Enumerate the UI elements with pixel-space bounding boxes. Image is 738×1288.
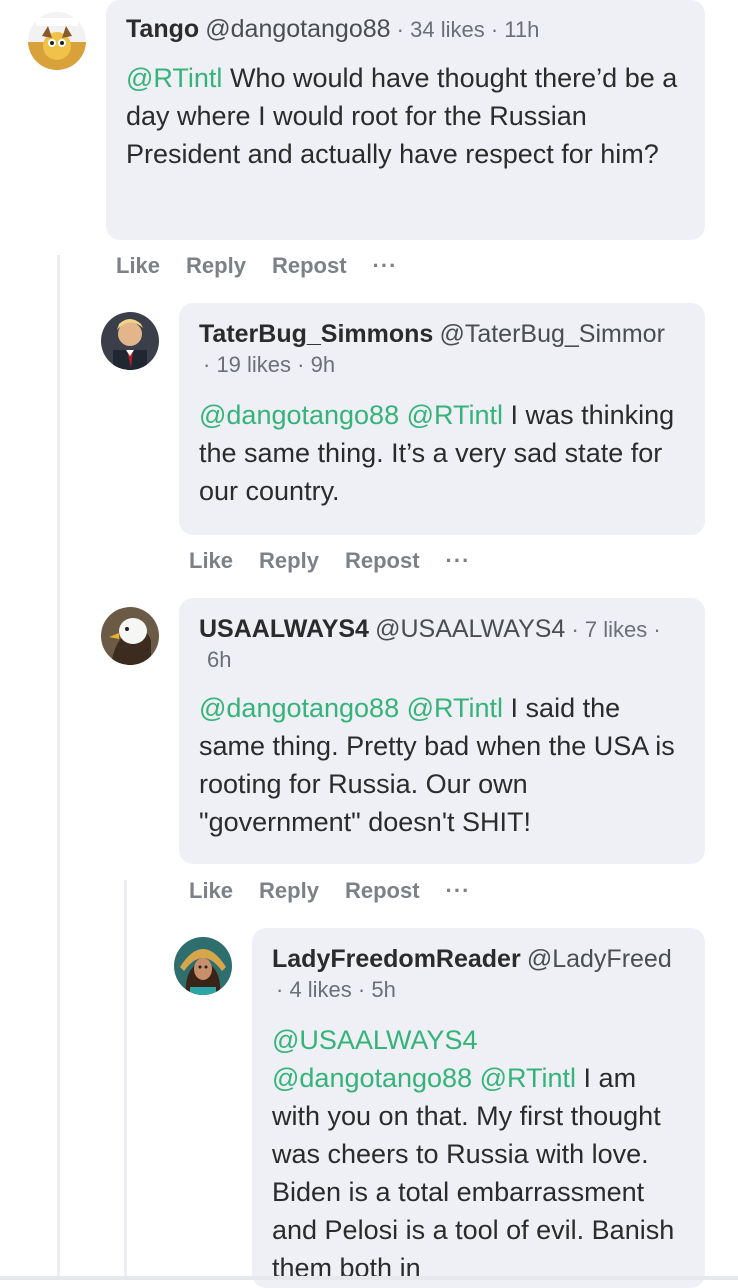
author-handle[interactable]: @USAALWAYS4 [375,615,565,643]
mention-link[interactable]: @dangotango88 [272,1063,472,1093]
divider [0,1276,738,1280]
more-dots-icon[interactable]: ··· [373,253,398,279]
mention-link[interactable]: @USAALWAYS4 [272,1025,477,1055]
mention-link[interactable]: @RTintl [480,1063,576,1093]
comment-text: @dangotango88 @RTintl I was thinking the… [199,396,685,510]
reply-button[interactable]: Reply [259,878,319,904]
like-count: 34 likes [410,17,485,42]
mention-link[interactable]: @dangotango88 [199,693,399,723]
comment-text: @USAALWAYS4 @dangotango88 @RTintl I am wi… [272,1021,685,1287]
comment-bubble: TaterBug_Simmons @TaterBug_Simmor · 19 l… [179,303,705,535]
more-dots-icon[interactable]: ··· [446,878,471,904]
reply-button[interactable]: Reply [186,253,246,279]
like-button[interactable]: Like [116,253,160,279]
mention-link[interactable]: @RTintl [407,693,503,723]
comment-bubble: USAALWAYS4 @USAALWAYS4 · 7 likes · 6h @d… [179,598,705,864]
repost-button[interactable]: Repost [272,253,347,279]
dog-avatar-icon[interactable] [28,12,86,70]
comment-meta-line2: · 19 likes · 9h [203,352,336,377]
comment-text: @RTintl Who would have thought there’d b… [126,59,685,173]
man-avatar-icon[interactable] [101,312,159,370]
comment-actions: Like Reply Repost ··· [189,548,497,574]
repost-button[interactable]: Repost [345,548,420,574]
like-count: 7 likes [584,617,648,642]
comment-actions: Like Reply Repost ··· [189,878,497,904]
author-name[interactable]: TaterBug_Simmons [199,320,433,348]
mention-link[interactable]: @RTintl [126,63,222,93]
repost-button[interactable]: Repost [345,878,420,904]
timestamp: 6h [207,647,232,672]
more-dots-icon[interactable]: ··· [446,548,471,574]
timestamp: 11h [504,17,540,42]
separator: · [653,617,661,642]
thread-line [124,880,127,1280]
author-handle[interactable]: @LadyFreed [527,945,672,973]
author-handle[interactable]: @dangotango88 [205,15,390,43]
like-button[interactable]: Like [189,548,233,574]
author-name[interactable]: USAALWAYS4 [199,615,369,643]
thread-line [57,255,60,1280]
eagle-avatar-icon[interactable] [101,607,159,665]
comment-body: I am with you on that. My first thought … [272,1063,675,1283]
comment-bubble: LadyFreedomReader @LadyFreed · 4 likes ·… [252,928,705,1288]
mention-link[interactable]: @dangotango88 [199,400,399,430]
author-name[interactable]: LadyFreedomReader [272,945,521,973]
comment-meta: USAALWAYS4 @USAALWAYS4 · 7 likes · [199,614,685,645]
comment-text: @dangotango88 @RTintl I said the same th… [199,689,685,841]
comment-actions: Like Reply Repost ··· [116,253,424,279]
reply-button[interactable]: Reply [259,548,319,574]
comment-bubble: Tango @dangotango88 · 34 likes · 11h @RT… [106,0,705,240]
comment-meta: TaterBug_Simmons @TaterBug_Simmor [199,319,685,350]
mention-link[interactable]: @RTintl [407,400,503,430]
separator: · [571,617,579,642]
like-button[interactable]: Like [189,878,233,904]
comment-meta-line2: · 4 likes · 5h [276,977,396,1002]
comment-meta: Tango @dangotango88 · 34 likes · 11h [126,14,685,45]
woman-avatar-icon[interactable] [174,937,232,995]
author-name[interactable]: Tango [126,15,199,43]
author-handle[interactable]: @TaterBug_Simmor [439,320,664,348]
separator: · [490,17,499,42]
comment-meta: LadyFreedomReader @LadyFreed [272,944,685,975]
separator: · [396,17,404,42]
